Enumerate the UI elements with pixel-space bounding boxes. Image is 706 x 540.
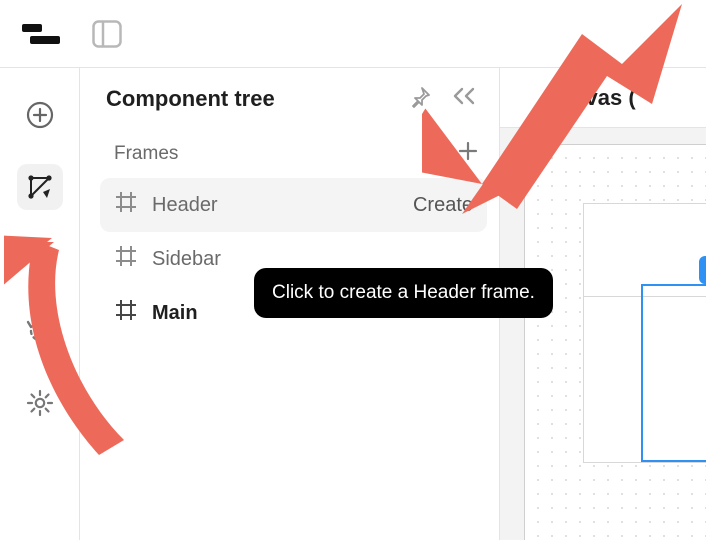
frames-label: Frames — [114, 143, 178, 165]
history-icon[interactable] — [17, 308, 63, 354]
pin-icon[interactable] — [409, 86, 431, 112]
create-frame-button[interactable]: Create — [413, 194, 473, 217]
settings-icon[interactable] — [17, 380, 63, 426]
frame-label: Header — [152, 194, 399, 217]
layout-icon[interactable] — [92, 20, 122, 48]
frame-icon — [114, 244, 138, 274]
frame-row-header[interactable]: Header Create — [100, 178, 487, 232]
canvas-artboard[interactable]: Toeg N able1 — [524, 144, 706, 540]
selected-table[interactable] — [641, 284, 706, 462]
panel-title: Component tree — [106, 86, 275, 112]
app-logo[interactable] — [22, 24, 60, 44]
add-frame-icon[interactable] — [457, 140, 479, 168]
frame-icon — [114, 298, 138, 328]
add-component-icon[interactable] — [17, 92, 63, 138]
collapse-icon[interactable] — [451, 86, 477, 112]
canvas-title: Canvas ( — [544, 85, 636, 111]
panel-header: Component tree — [80, 68, 499, 126]
tooltip: Click to create a Header frame. — [254, 268, 553, 318]
artboard-frame[interactable]: Toeg N able1 — [583, 203, 706, 463]
frame-icon — [114, 190, 138, 220]
top-bar — [0, 0, 706, 68]
canvas-body[interactable]: Toeg N able1 — [500, 128, 706, 540]
selection-chip[interactable]: able1 — [699, 256, 706, 284]
frames-header: Frames — [80, 126, 499, 178]
code-icon[interactable] — [17, 236, 63, 282]
canvas-header: Canvas ( — [500, 68, 706, 128]
left-rail — [0, 68, 80, 540]
component-tree-icon[interactable] — [17, 164, 63, 210]
